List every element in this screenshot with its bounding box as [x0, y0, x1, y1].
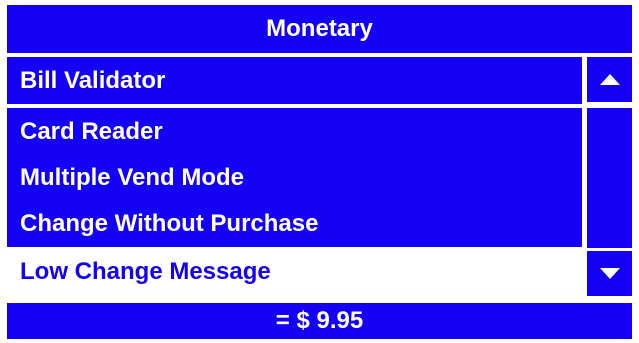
- scroll-up-button[interactable]: [587, 57, 632, 102]
- current-value-display: = $ 9.95: [7, 303, 632, 339]
- triangle-up-icon: [599, 74, 620, 85]
- menu-item-card-reader[interactable]: Card Reader: [7, 108, 582, 155]
- screen-title: Monetary: [7, 5, 632, 53]
- triangle-down-icon: [599, 268, 620, 279]
- menu-item-multiple-vend-mode[interactable]: Multiple Vend Mode: [7, 154, 582, 201]
- menu-item-bill-validator[interactable]: Bill Validator: [7, 57, 582, 104]
- scrollbar-track[interactable]: [587, 108, 632, 248]
- menu-item-change-without-purchase[interactable]: Change Without Purchase: [7, 200, 582, 247]
- menu-item-low-change-message[interactable]: Low Change Message: [7, 248, 582, 295]
- scroll-down-button[interactable]: [587, 251, 632, 296]
